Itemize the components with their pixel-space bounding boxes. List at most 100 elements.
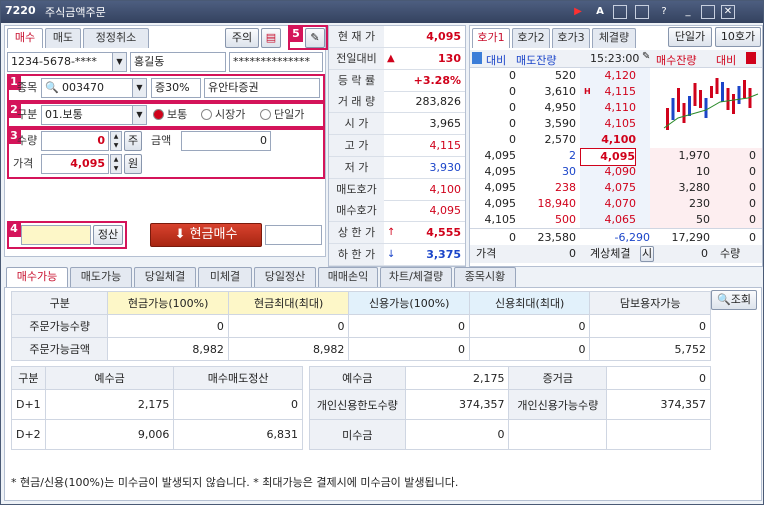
column-header: 현금가능(100%) <box>107 291 229 315</box>
bottom-tab[interactable]: 당일정산 <box>254 267 316 287</box>
ten-quotes-button[interactable]: 10호가 <box>715 27 761 47</box>
exp-price: 0 <box>569 247 576 260</box>
download-icon: ⬇ <box>174 227 190 242</box>
available-table: 구분 현금가능(100%) 현금최대(최대) 신용가능(100%) 신용최대(최대) 담보… <box>10 291 711 361</box>
table-cell: 9,006 <box>44 419 175 450</box>
ask-compare: 0 <box>509 69 516 82</box>
bottom-tab[interactable]: 당일체결 <box>134 267 196 287</box>
bottom-tab[interactable]: 매도가능 <box>70 267 132 287</box>
quote-label: 매수호가 <box>329 200 384 222</box>
ask-price[interactable]: 4,105 <box>580 116 637 132</box>
chevron-down-icon: ▼ <box>112 53 126 71</box>
account-select[interactable]: 1234-5678-**** ▼ <box>7 52 127 72</box>
radio-single[interactable] <box>260 109 271 120</box>
table-cell: 0 <box>606 366 711 390</box>
table-cell: 0 <box>589 314 711 338</box>
qty-unit-button[interactable]: 주 <box>124 131 142 151</box>
doc-icon[interactable]: ▤ <box>261 28 281 48</box>
tab-buy[interactable]: 매수 <box>7 28 43 48</box>
account-name: 홍길동 <box>130 52 226 72</box>
ask-price[interactable]: 4,100 <box>580 132 636 148</box>
price-label: 가격 <box>13 157 34 170</box>
column-header: 예수금 <box>44 366 175 390</box>
price-unit-button[interactable]: 원 <box>124 154 142 174</box>
cash-buy-button[interactable]: ⬇ 현금매수 <box>150 223 262 247</box>
minimize-icon[interactable]: _ <box>681 5 695 19</box>
ask-price[interactable]: 4,120 <box>580 68 637 84</box>
play-icon[interactable]: ▶ <box>571 5 585 19</box>
exp-trade-button[interactable]: 시 <box>640 246 654 262</box>
radio-market-label: 시장가 <box>215 108 246 121</box>
hdr-compare: 대비 <box>486 54 507 67</box>
chevron-down-icon: ▼ <box>132 79 146 97</box>
tab-modify-cancel[interactable]: 정정취소 <box>83 28 149 48</box>
candle <box>715 78 719 94</box>
bottom-tab[interactable]: 매매손익 <box>318 267 378 287</box>
quote-row: 저 가 3,930 <box>329 156 465 179</box>
bottom-tab[interactable]: 매수가능 <box>6 267 68 287</box>
quote-value: 283,826 <box>415 95 462 109</box>
tool-icon[interactable]: ✎ <box>642 51 650 62</box>
notice-button[interactable]: 주의 <box>225 28 259 48</box>
qty-stepper[interactable]: ▲ ▼ <box>110 131 122 151</box>
buy-extra-field[interactable] <box>265 225 322 245</box>
bid-price[interactable]: 4,090 <box>580 164 637 180</box>
radio-market[interactable] <box>201 109 212 120</box>
bid-volume: 3,280 <box>678 181 711 194</box>
maximize-icon[interactable] <box>701 5 715 19</box>
quote-label: 거 래 량 <box>329 91 384 113</box>
password-input[interactable]: ************** <box>229 52 323 72</box>
search-icon: 🔍 <box>717 293 731 306</box>
row-label: 예수금 <box>309 366 406 390</box>
hdr-ask: 매도잔량 <box>516 54 557 67</box>
bottom-tab[interactable]: 미체결 <box>198 267 252 287</box>
tab-quote3[interactable]: 호가3 <box>552 28 590 48</box>
bid-price[interactable]: 4,065 <box>580 212 637 228</box>
hdr-bid: 매수잔량 <box>656 54 697 67</box>
quote-label: 상 한 가 <box>329 222 384 244</box>
tab-quote2[interactable]: 호가2 <box>512 28 550 48</box>
font-size-icon[interactable]: A <box>593 5 607 19</box>
quote-row: 고 가 4,115 <box>329 135 465 157</box>
calc-button[interactable]: 정산 <box>93 225 123 245</box>
stock-code-input[interactable]: 🔍 003470 ▼ <box>41 78 147 98</box>
order-type-select[interactable]: 01.보통 ▼ <box>41 105 147 125</box>
radio-normal[interactable] <box>153 109 164 120</box>
price-stepper[interactable]: ▲ ▼ <box>110 154 122 174</box>
credit-table: 예수금 2,175 증거금 0 개인신용한도수량 374,357 개인신용가능수량 374,3… <box>309 366 711 450</box>
tab-sell[interactable]: 매도 <box>45 28 81 48</box>
row-label: D+2 <box>11 419 46 450</box>
qty-input[interactable]: 0 <box>41 131 109 151</box>
calc-field[interactable] <box>21 225 91 245</box>
bottom-tab[interactable]: 차트/체결량 <box>380 267 452 287</box>
close-icon[interactable]: ✕ <box>721 5 735 19</box>
trade-price: 4,095 <box>484 149 517 162</box>
screen-icon[interactable] <box>635 5 649 19</box>
table-row: 예수금 2,175 증거금 0 <box>309 366 711 390</box>
radio-single-label: 단일가 <box>274 108 305 121</box>
tab-quote1[interactable]: 호가1 <box>472 28 510 48</box>
bottom-tab[interactable]: 종목시황 <box>454 267 516 287</box>
price-input[interactable]: 4,095 <box>41 154 109 174</box>
candle <box>671 98 675 120</box>
table-row: 주문가능수량 0 0 0 0 0 <box>10 314 711 338</box>
account-number: 1234-5678-**** <box>11 55 97 68</box>
bid-price[interactable]: 4,075 <box>580 180 637 196</box>
ask-price[interactable]: 4,110 <box>580 100 637 116</box>
amount-input[interactable]: 0 <box>181 131 271 151</box>
tool-icon[interactable]: ✎ <box>305 28 325 48</box>
row-label: D+1 <box>11 389 46 420</box>
link-icon[interactable] <box>613 5 627 19</box>
single-price-button[interactable]: 단일가 <box>668 27 712 47</box>
bid-price[interactable]: 4,070 <box>580 196 637 212</box>
bid-volume: 50 <box>696 213 710 226</box>
total-c2: 0 <box>749 231 756 244</box>
help-icon[interactable]: ? <box>657 5 671 19</box>
quote-row: 하 한 가 3,375 ↓ <box>329 244 465 266</box>
tab-volume[interactable]: 체결량 <box>592 28 636 48</box>
trade-volume: 500 <box>555 213 576 226</box>
candle <box>704 98 708 118</box>
quote-label: 매도호가 <box>329 178 384 200</box>
trade-volume: 18,940 <box>537 197 577 210</box>
search-button[interactable]: 🔍조회 <box>711 290 757 310</box>
